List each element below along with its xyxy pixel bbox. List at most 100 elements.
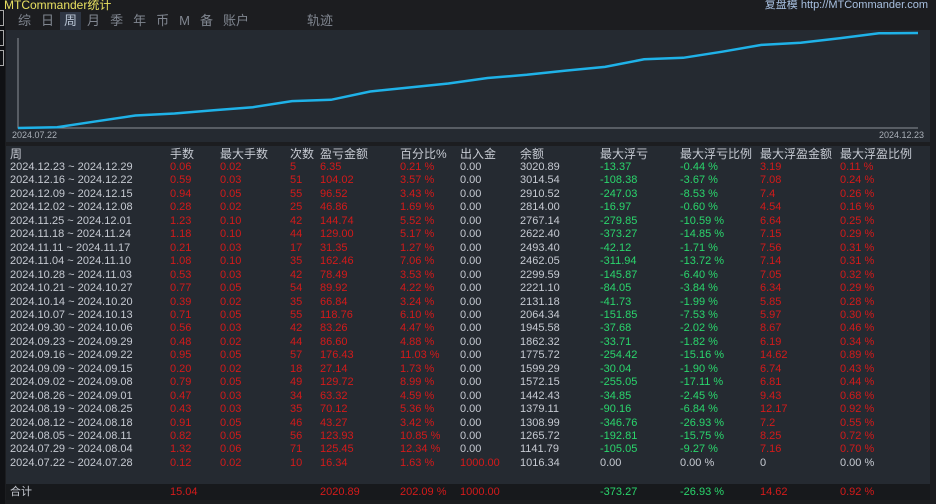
cell-6: 0.00	[460, 282, 482, 295]
cell-9: -26.93 %	[680, 486, 725, 498]
cell-5: 3.42 %	[400, 416, 435, 429]
cell-11: 0.92 %	[840, 486, 875, 498]
cell-5: 6.10 %	[400, 308, 435, 321]
table-row: 2024.09.30 ~ 2024.10.06 0.56 0.03 42 83.26 4.…	[6, 322, 930, 335]
cell-6: 出入金	[460, 147, 497, 161]
cell-1: 0.94	[170, 187, 192, 200]
cell-3: 46	[290, 416, 303, 429]
cell-0: 2024.11.11 ~ 2024.11.17	[10, 241, 131, 254]
cell-11: 0.29 %	[840, 228, 875, 241]
cell-0: 2024.10.21 ~ 2024.10.27	[10, 282, 133, 295]
cell-11: 0.44 %	[840, 376, 875, 389]
cell-7: 2299.59	[520, 268, 560, 281]
cell-10: 7.16	[760, 443, 782, 456]
cell-1: 0.39	[170, 295, 192, 308]
cell-1: 0.12	[170, 456, 192, 469]
cell-1: 1.23	[170, 214, 192, 227]
cell-8: -151.85	[600, 308, 638, 321]
cell-0: 2024.12.09 ~ 2024.12.15	[10, 187, 133, 200]
table-row: 2024.09.16 ~ 2024.09.22 0.95 0.05 57 176.43 1…	[6, 349, 930, 362]
cell-11: 0.72 %	[840, 430, 875, 442]
cell-7: 1016.34	[520, 456, 560, 469]
cell-4: 6.35	[320, 161, 342, 173]
cell-3: 5	[290, 161, 297, 173]
cell-11: 0.00 %	[840, 456, 875, 469]
tab-9[interactable]: 账户	[219, 12, 253, 30]
cell-7: 1442.43	[520, 389, 560, 402]
table-row: 2024.08.05 ~ 2024.08.11 0.82 0.05 56 123.93 1…	[6, 430, 930, 443]
table-row: 2024.11.11 ~ 2024.11.17 0.21 0.03 17 31.35 1.…	[6, 242, 930, 255]
cell-7: 余额	[520, 147, 545, 161]
table-row: 2024.10.28 ~ 2024.11.03 0.53 0.03 42 78.49 3.…	[6, 269, 930, 282]
cell-5: 4.47 %	[400, 322, 435, 335]
tab-1[interactable]: 日	[37, 12, 58, 30]
cell-9: -3.84 %	[680, 282, 718, 295]
cell-5: 3.57 %	[400, 174, 435, 187]
cell-2: 0.10	[220, 255, 242, 268]
cell-11: 0.25 %	[840, 214, 875, 227]
cell-11: 0.89 %	[840, 349, 875, 362]
cell-11: 最大浮盈比例	[840, 147, 913, 161]
balance-curve	[17, 31, 919, 130]
tab-8[interactable]: 备	[196, 12, 217, 30]
chart-end-label: 2024.12.23	[878, 130, 924, 140]
cell-11: 0.32 %	[840, 268, 875, 281]
cell-0: 2024.08.26 ~ 2024.09.01	[10, 389, 133, 402]
cell-3: 18	[290, 362, 303, 375]
cell-6: 0.00	[460, 308, 482, 321]
table-row: 2024.11.25 ~ 2024.12.01 1.23 0.10 42 144.74 5…	[6, 215, 930, 228]
cell-9: -10.59 %	[680, 214, 725, 227]
cell-7: 1308.99	[520, 416, 560, 429]
tab-6[interactable]: 币	[152, 12, 173, 30]
cell-11: 0.34 %	[840, 335, 875, 348]
cell-10: 7.05	[760, 268, 782, 281]
cell-1: 0.43	[170, 403, 192, 416]
cell-6: 0.00	[460, 161, 482, 173]
cell-9: -0.44 %	[680, 161, 718, 173]
tab-2[interactable]: 周	[60, 12, 82, 30]
cell-7: 1599.29	[520, 362, 560, 375]
cell-4: 86.60	[320, 335, 348, 348]
cell-3: 35	[290, 403, 303, 416]
tab-4[interactable]: 季	[106, 12, 127, 30]
cell-3: 35	[290, 295, 303, 308]
cell-3: 44	[290, 335, 303, 348]
brand-link[interactable]: 复盘模 http://MTCommander.com	[765, 0, 928, 12]
cell-10: 7.08	[760, 174, 782, 187]
table-row: 2024.11.04 ~ 2024.11.10 1.08 0.10 35 162.46 7…	[6, 255, 930, 268]
cell-9: -1.82 %	[680, 335, 718, 348]
total-row: 合计 15.04 2020.89 202.09 % 1000.00 -373.27 -26.…	[6, 484, 930, 500]
cell-2: 0.02	[220, 362, 242, 375]
cell-1: 0.77	[170, 282, 192, 295]
cell-1: 0.82	[170, 430, 192, 442]
tab-3[interactable]: 月	[83, 12, 104, 30]
cell-10: 6.19	[760, 335, 782, 348]
cell-1: 0.28	[170, 201, 192, 214]
cell-6: 0.00	[460, 255, 482, 268]
cell-10: 6.74	[760, 362, 782, 375]
cell-8: 最大浮亏	[600, 147, 649, 161]
cell-11: 0.55 %	[840, 416, 875, 429]
cell-2: 0.02	[220, 335, 242, 348]
period-tabs: 综日周月季年币 M 备账户 轨迹	[14, 12, 339, 30]
cell-0: 合计	[10, 486, 32, 498]
cell-3: 49	[290, 376, 303, 389]
tab-10[interactable]: 轨迹	[303, 12, 337, 30]
cell-10: 7.15	[760, 228, 782, 241]
cell-5: 11.03 %	[400, 349, 440, 362]
cell-9: -15.16 %	[680, 349, 725, 362]
cell-7: 1379.11	[520, 403, 559, 416]
cell-11: 0.16 %	[840, 201, 875, 214]
tab-5[interactable]: 年	[129, 12, 150, 30]
cell-9: -6.40 %	[680, 268, 718, 281]
cell-2: 0.05	[220, 376, 242, 389]
tab-7[interactable]: M	[175, 12, 194, 30]
cell-2: 0.03	[220, 241, 242, 254]
cell-2: 0.10	[220, 214, 242, 227]
cell-4: 176.43	[320, 349, 354, 362]
cell-3: 54	[290, 282, 303, 295]
table-row: 2024.10.21 ~ 2024.10.27 0.77 0.05 54 89.92 4.…	[6, 282, 930, 295]
cell-5: 4.22 %	[400, 282, 435, 295]
tab-0[interactable]: 综	[14, 12, 35, 30]
cell-6: 0.00	[460, 228, 482, 241]
